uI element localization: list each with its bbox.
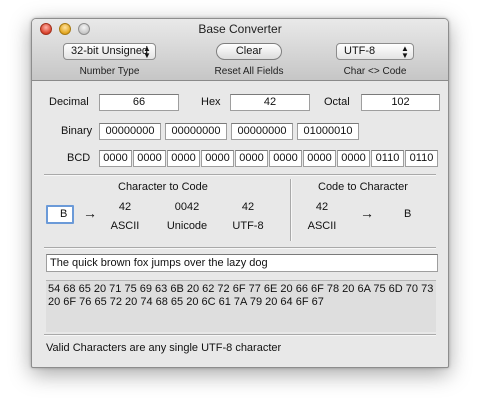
bcd-label: BCD (67, 152, 91, 164)
bcd-field-10[interactable]: 0110 (405, 150, 438, 167)
vertical-divider (290, 179, 292, 241)
bcd-field-9[interactable]: 0110 (371, 150, 404, 167)
number-type-label: Number Type (79, 66, 140, 77)
encoding-popup[interactable]: UTF-8 ▲ ▼ (336, 43, 414, 60)
decimal-label: Decimal (49, 96, 89, 108)
unicode-value: 0042 (174, 201, 200, 213)
divider (44, 174, 436, 176)
decimal-field[interactable]: 66 (99, 94, 179, 111)
character-input[interactable]: B (46, 205, 74, 224)
popup-arrows-icon: ▲ ▼ (143, 44, 151, 60)
char-code-label: Char <> Code (343, 66, 407, 77)
right-arrow-icon: → (360, 205, 374, 221)
bcd-field-3[interactable]: 0000 (167, 150, 200, 167)
binary-field-2[interactable]: 00000000 (165, 123, 227, 140)
number-type-value: 32-bit Unsigned (71, 45, 149, 57)
hex-field[interactable]: 42 (230, 94, 310, 111)
ascii-code-label: ASCII (110, 220, 140, 232)
bcd-field-6[interactable]: 0000 (269, 150, 302, 167)
code-to-char-heading: Code to Character (318, 181, 408, 193)
bcd-field-4[interactable]: 0000 (201, 150, 234, 167)
octal-field[interactable]: 102 (361, 94, 440, 111)
code-label: ASCII (307, 220, 337, 232)
utf8-value: 42 (241, 201, 255, 213)
base-converter-window: Base Converter 32-bit Unsigned ▲ ▼ Number… (31, 18, 449, 368)
window-title: Base Converter (198, 22, 282, 36)
popup-arrows-icon: ▲ ▼ (401, 44, 409, 60)
unicode-label: Unicode (166, 220, 208, 232)
number-type-popup[interactable]: 32-bit Unsigned ▲ ▼ (63, 43, 156, 60)
binary-label: Binary (61, 125, 93, 137)
bcd-field-2[interactable]: 0000 (133, 150, 166, 167)
toolbar: Base Converter 32-bit Unsigned ▲ ▼ Number… (32, 19, 448, 81)
hex-output-area[interactable]: 54 68 65 20 71 75 69 63 6B 20 62 72 6F 7… (46, 280, 436, 332)
bcd-field-7[interactable]: 0000 (303, 150, 336, 167)
clear-button[interactable]: Clear (216, 43, 282, 60)
bcd-field-1[interactable]: 0000 (99, 150, 132, 167)
utf8-label: UTF-8 (232, 220, 264, 232)
ascii-code-value: 42 (118, 201, 132, 213)
binary-field-3[interactable]: 00000000 (231, 123, 293, 140)
hex-label: Hex (201, 96, 221, 108)
status-message: Valid Characters are any single UTF-8 ch… (46, 342, 282, 354)
code-value: 42 (315, 201, 329, 213)
divider (44, 334, 436, 336)
right-arrow-icon: → (83, 205, 97, 221)
binary-field-4[interactable]: 01000010 (297, 123, 359, 140)
divider (44, 247, 436, 249)
bcd-field-5[interactable]: 0000 (235, 150, 268, 167)
char-to-code-heading: Character to Code (118, 181, 208, 193)
bcd-field-8[interactable]: 0000 (337, 150, 370, 167)
converted-character: B (404, 208, 412, 220)
encoding-value: UTF-8 (344, 45, 376, 57)
binary-field-1[interactable]: 00000000 (99, 123, 161, 140)
text-input[interactable]: The quick brown fox jumps over the lazy … (46, 254, 438, 272)
reset-all-fields-label: Reset All Fields (214, 66, 284, 77)
octal-label: Octal (324, 96, 350, 108)
